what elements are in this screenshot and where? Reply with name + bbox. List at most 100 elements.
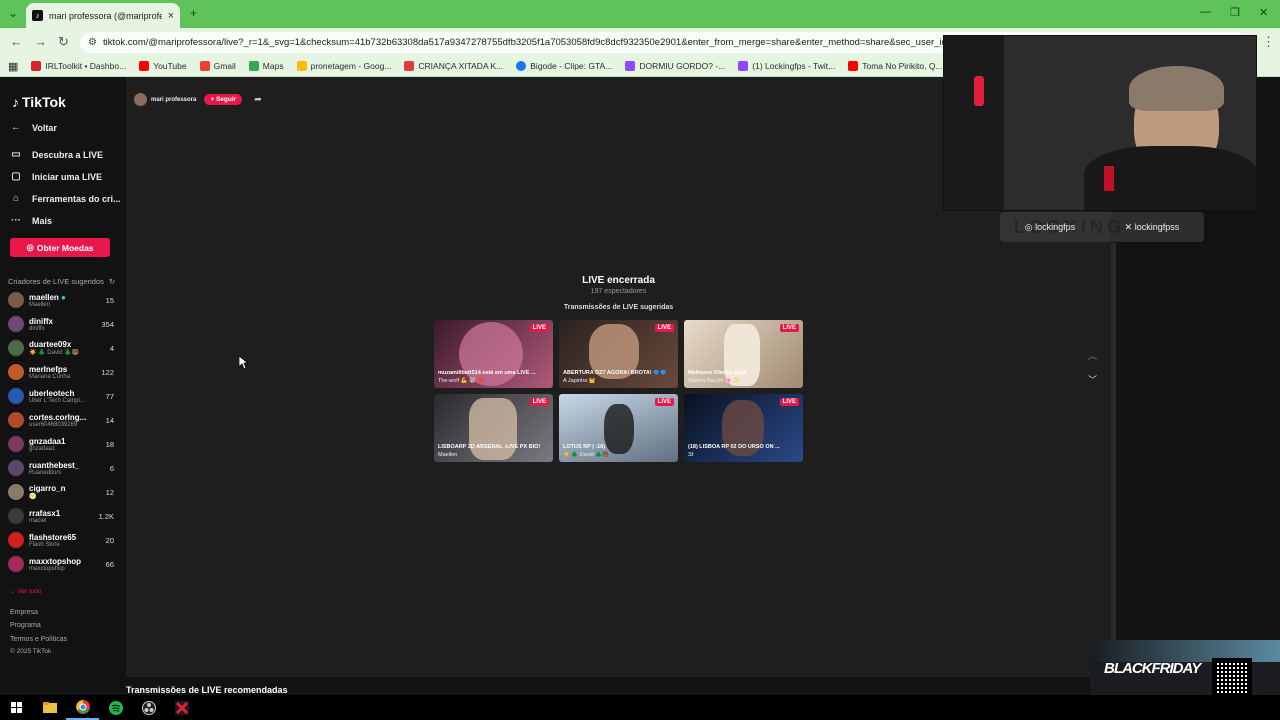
back-link[interactable]: ← Voltar (10, 122, 57, 133)
browser-tab[interactable]: ♪ mari professora (@mariprofess × (26, 3, 180, 28)
chevron-up-icon[interactable]: ︿ (1088, 349, 1097, 362)
windows-taskbar (0, 695, 1280, 720)
minimize-icon[interactable]: — (1200, 6, 1211, 18)
host-info: mari professora + Seguir ➦ (134, 93, 262, 106)
bookmark-0[interactable]: IRLToolkit • Dashbo... (31, 61, 126, 71)
suggested-live-card[interactable]: LIVE LOTUS RP | -16) ☀️ 🌲 David 🌲🐻 (559, 394, 678, 462)
mouse-cursor-icon (239, 356, 248, 370)
bookmark-4[interactable]: pronetagem - Goog... (296, 61, 391, 71)
bookmark-9[interactable]: Toma No Pirikito, Q... (848, 61, 943, 71)
bookmark-8[interactable]: (1) Lockingfps - Twit... (738, 61, 835, 71)
spotify-icon[interactable] (99, 695, 132, 720)
forward-icon[interactable]: → (34, 34, 47, 49)
back-icon[interactable]: ← (10, 34, 23, 49)
host-name[interactable]: mari professora (151, 97, 196, 103)
creator-item[interactable]: diniffx diniffx 354 (8, 313, 114, 335)
maps-icon (248, 61, 259, 71)
home-icon: ⌂ (12, 193, 20, 204)
webcam-overlay (943, 35, 1257, 211)
url-text: tiktok.com/@mariprofessora/live?_r=1&_sv… (102, 37, 967, 48)
creator-item[interactable]: cigarro_n 🌝 12 (8, 481, 114, 503)
site-info-icon[interactable]: ⚙ (88, 37, 97, 48)
sidebar-item-start-live[interactable]: ▢ Iniciar uma LIVE (10, 171, 102, 182)
footer-terms[interactable]: Termos e Políticas (10, 636, 67, 643)
share-icon[interactable]: ➦ (254, 94, 262, 105)
get-coins-button[interactable]: ◎ Obter Moedas (10, 238, 110, 257)
recommended-lives-title: Transmissões de LIVE recomendadas (126, 685, 288, 695)
avatar (8, 316, 24, 332)
promo-title: BLACKFRIDAY (1104, 660, 1201, 677)
bookmark-6[interactable]: Bigode - Clipe: GTA... (516, 61, 612, 71)
new-tab-button[interactable]: + (190, 6, 197, 20)
apps-icon[interactable]: ▦ (8, 60, 18, 73)
drive-icon (296, 61, 307, 71)
bookmark-icon (404, 61, 415, 71)
creator-item[interactable]: merlnefps Mariana Cunha 122 (8, 361, 114, 383)
host-avatar[interactable] (134, 93, 147, 106)
youtube-icon (848, 61, 859, 71)
card-creator: A Japinha 👑 (563, 378, 596, 384)
tiktok-note-icon: ♪ (12, 94, 19, 110)
creator-item[interactable]: rrafasx1 maciel 1.2K (8, 505, 114, 527)
creator-item[interactable]: cortes.corlng... user6046803926​9 14 (8, 409, 114, 431)
tab-search-icon[interactable]: ⌄ (8, 6, 18, 20)
bookmark-2[interactable]: Gmail (199, 61, 236, 71)
footer-company[interactable]: Empresa (10, 609, 38, 616)
footer-program[interactable]: Programa (10, 622, 41, 629)
chrome-icon[interactable] (66, 695, 99, 720)
avatar (8, 508, 24, 524)
creator-item[interactable]: flashstore65 Flash Store 20 (8, 529, 114, 551)
bookmark-3[interactable]: Maps (248, 61, 284, 71)
creator-item[interactable]: gnzadaa1 gnzadaa1 18 (8, 433, 114, 455)
sidebar-item-creator-tools[interactable]: ⌂ Ferramentas do cri... (10, 193, 121, 204)
facebook-icon (516, 61, 527, 71)
creator-item[interactable]: maellen ● Maellen 15 (8, 289, 114, 311)
suggested-live-card[interactable]: LIVE Melhores Ofertas Aqui Samira Bacchi… (684, 320, 803, 388)
avatar (8, 388, 24, 404)
follow-button[interactable]: + Seguir (204, 94, 243, 105)
suggested-live-card[interactable]: LIVE LISBOARP 2D ARSENAL -LIVE PX BIO! M… (434, 394, 553, 462)
suggested-live-card[interactable]: LIVE ABERTURA DZ7 AGORA! BROTA! 🔷🔷 A Jap… (559, 320, 678, 388)
footer-copyright: © 2025 TikTok (10, 648, 52, 655)
suggested-live-card[interactable]: LIVE (18) LISBOA RP 02 DO URSO ON ... 3ž (684, 394, 803, 462)
creator-item[interactable]: ruanthebest_ Ruaneditors 6 (8, 457, 114, 479)
tab-close-icon[interactable]: × (168, 10, 174, 22)
see-all-link[interactable]: ⌄ Ver tudo (10, 587, 41, 595)
menu-icon[interactable]: ⋮ (1262, 34, 1275, 50)
windows-start-icon[interactable] (0, 695, 33, 720)
sidebar-item-more[interactable]: ··· Mais (10, 215, 52, 226)
reload-icon[interactable]: ↻ (58, 34, 69, 50)
app-icon[interactable] (165, 695, 198, 720)
avatar (8, 292, 24, 308)
x-logo-icon: ✕ (1124, 221, 1133, 232)
restore-icon[interactable]: ❐ (1230, 6, 1240, 19)
tiktok-logo[interactable]: ♪ TikTok (12, 94, 66, 110)
refresh-icon[interactable]: ↻ (109, 277, 115, 286)
file-explorer-icon[interactable] (33, 695, 66, 720)
card-thumbnail (459, 322, 523, 386)
avatar (8, 532, 24, 548)
card-title: Melhores Ofertas Aqui (688, 370, 747, 376)
card-thumbnail (724, 324, 760, 386)
suggested-live-card[interactable]: LIVE muzamiilbatt514 está em uma LIVE ..… (434, 320, 553, 388)
obs-icon[interactable] (132, 695, 165, 720)
creator-item[interactable]: uberleotech Uber L'Tech Campi... 77 (8, 385, 114, 407)
live-badge: LIVE (779, 324, 799, 332)
live-badge: LIVE (529, 324, 549, 332)
bookmark-1[interactable]: YouTube (139, 61, 187, 71)
creator-item[interactable]: duartee09x ☀️ 🌲 David 🌲🐻 4 (8, 337, 114, 359)
chevron-down-icon[interactable]: ﹀ (1088, 373, 1097, 386)
card-title: muzamiilbatt514 está em uma LIVE ... (438, 370, 536, 376)
sidebar-item-explore[interactable]: ▭ Descubra a LIVE (10, 149, 103, 160)
card-title: ABERTURA DZ7 AGORA! BROTA! 🔷🔷 (563, 370, 667, 376)
card-creator: 3ž (688, 452, 694, 458)
avatar (8, 340, 24, 356)
twitch-icon (625, 61, 636, 71)
close-window-icon[interactable]: ✕ (1259, 6, 1268, 19)
creator-item[interactable]: maxxtopshop maxxtopshop 66 (8, 553, 114, 575)
bookmark-5[interactable]: CRIANÇA XITADA K... (404, 61, 503, 71)
tab-title: mari professora (@mariprofess (49, 10, 162, 21)
bookmark-7[interactable]: DORMIU GORDO? -... (625, 61, 725, 71)
live-badge: LIVE (529, 398, 549, 406)
card-creator: Maellen (438, 452, 458, 458)
